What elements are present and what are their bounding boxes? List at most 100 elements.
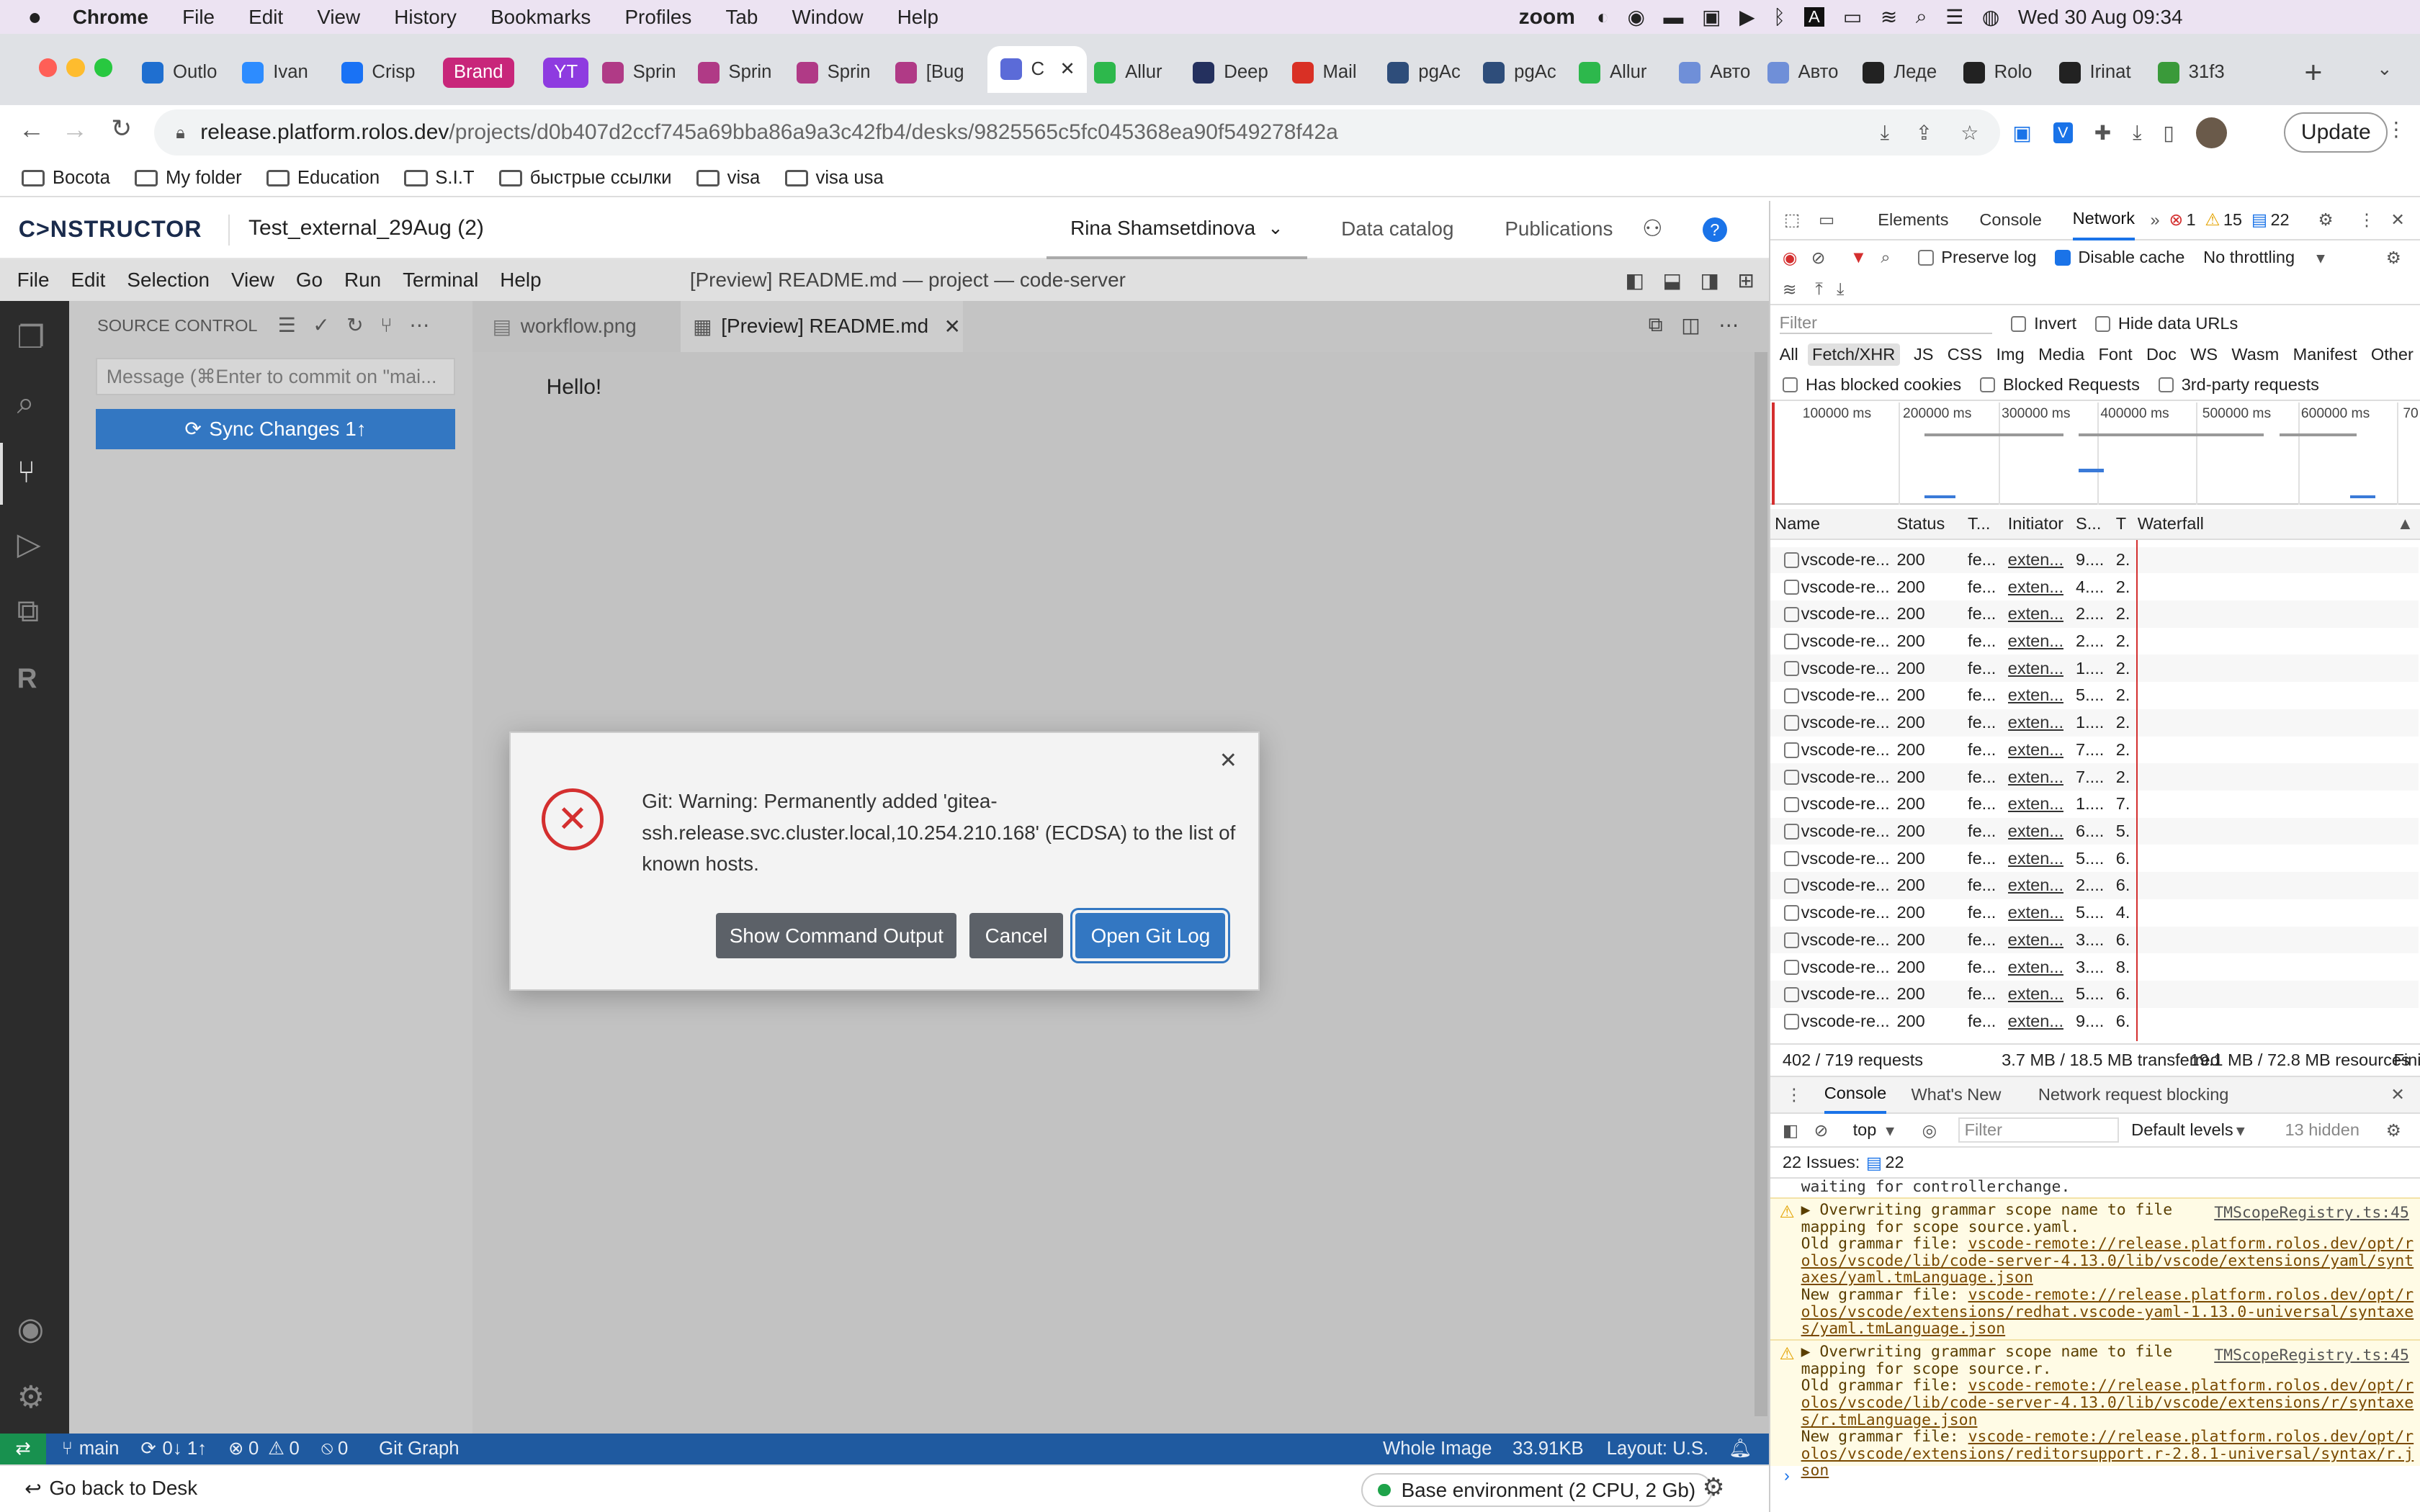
tab-readme-preview[interactable]: ▦ [Preview] README.md ✕ bbox=[681, 300, 964, 352]
sidebar-toggle-icon[interactable]: ◧ bbox=[1783, 1120, 1798, 1140]
browser-tab[interactable]: pgAc bbox=[1387, 53, 1472, 93]
browser-tab[interactable]: Allur bbox=[1094, 53, 1179, 93]
table-row[interactable]: vscode-re... 200 fe... exten... 1.... 2. bbox=[1770, 708, 2419, 737]
maximize-window-button[interactable] bbox=[94, 58, 113, 78]
type-filter[interactable]: Doc bbox=[2146, 345, 2177, 364]
third-party-checkbox[interactable] bbox=[2158, 377, 2174, 393]
browser-tab[interactable]: Ivan bbox=[242, 53, 327, 93]
settings-gear-icon[interactable]: ⚙ bbox=[2318, 210, 2333, 230]
network-conditions-icon[interactable]: ≋ bbox=[1783, 279, 1797, 300]
row-checkbox[interactable] bbox=[1784, 986, 1800, 1002]
filter-icon[interactable]: ▼ bbox=[1850, 248, 1867, 267]
column-header[interactable]: Name bbox=[1775, 514, 1820, 534]
console-prompt-chevron-icon[interactable]: › bbox=[1784, 1466, 1790, 1485]
more-options-icon[interactable]: ⋮ bbox=[2358, 210, 2375, 230]
import-har-icon[interactable]: ⤒ bbox=[1815, 279, 1822, 299]
table-row[interactable]: vscode-re... 200 fe... exten... 6.... 5. bbox=[1770, 817, 2419, 845]
hide-data-urls-checkbox[interactable] bbox=[2094, 316, 2111, 332]
search-icon[interactable]: ⌕ bbox=[1881, 248, 1890, 267]
browser-tab[interactable]: Леде bbox=[1863, 53, 1948, 93]
lock-icon[interactable]: 🔒︎ bbox=[176, 123, 185, 143]
branch-icon[interactable]: ⑂ bbox=[380, 314, 393, 337]
row-checkbox[interactable] bbox=[1784, 824, 1800, 840]
r-language-icon[interactable]: R bbox=[17, 663, 37, 695]
row-checkbox[interactable] bbox=[1784, 579, 1800, 595]
run-debug-icon[interactable]: ▷ bbox=[17, 526, 41, 562]
close-icon[interactable]: ✕ bbox=[2390, 210, 2405, 230]
sort-ascending-icon[interactable]: ▲ bbox=[2397, 514, 2414, 534]
sync-changes-button[interactable]: ⟳ Sync Changes 1↑ bbox=[95, 408, 456, 449]
drawer-tab-console[interactable]: Console bbox=[1824, 1076, 1887, 1114]
environment-badge[interactable]: Base environment (2 CPU, 2 Gb) bbox=[1361, 1473, 1713, 1508]
row-checkbox[interactable] bbox=[1784, 606, 1800, 622]
drawer-menu-icon[interactable]: ⋮ bbox=[1785, 1084, 1803, 1104]
tab-search-chevron-icon[interactable]: ⌄ bbox=[2377, 58, 2393, 80]
avatar[interactable] bbox=[2195, 117, 2227, 148]
browser-tab[interactable]: Crisp bbox=[341, 53, 426, 93]
browser-tab[interactable]: Sprin bbox=[697, 53, 778, 93]
context-select[interactable]: top bbox=[1853, 1120, 1877, 1140]
type-filter[interactable]: Manifest bbox=[2293, 345, 2357, 364]
has-blocked-cookies-checkbox[interactable] bbox=[1782, 377, 1798, 393]
settings-gear-icon[interactable]: ⚙ bbox=[1703, 1473, 1725, 1502]
explorer-icon[interactable]: ❐ bbox=[17, 320, 45, 356]
type-filter[interactable]: JS bbox=[1914, 345, 1934, 364]
scrollbar[interactable] bbox=[1754, 351, 1767, 1417]
refresh-icon[interactable]: ↻ bbox=[346, 313, 363, 337]
status-icon[interactable]: ▶ bbox=[1739, 5, 1754, 29]
row-checkbox[interactable] bbox=[1784, 932, 1800, 948]
drawer-tab-whats-new[interactable]: What's New bbox=[1911, 1085, 2001, 1104]
table-row[interactable]: vscode-re... 200 fe... exten... 3.... 6. bbox=[1770, 926, 2419, 954]
type-filter[interactable]: CSS bbox=[1948, 345, 1982, 364]
row-checkbox[interactable] bbox=[1784, 905, 1800, 921]
keyboard-input-icon[interactable]: A bbox=[1803, 7, 1825, 27]
user-selector[interactable]: Rina Shamsetdinova ⌄ bbox=[1046, 201, 1308, 259]
filter-input[interactable]: Filter bbox=[1779, 313, 1993, 335]
table-row[interactable]: vscode-re... 200 fe... exten... 5.... 6. bbox=[1770, 845, 2419, 873]
request-initiator[interactable]: exten... bbox=[2008, 740, 2063, 760]
bookmark-folder[interactable]: visa usa bbox=[784, 168, 884, 189]
table-row[interactable]: vscode-re... 200 fe... exten... 9.... 2. bbox=[1770, 546, 2419, 574]
table-row[interactable]: vscode-re... 200 fe... exten... 1.... 2. bbox=[1770, 654, 2419, 683]
table-row[interactable]: vscode-re... 200 fe... exten... 2.... 2. bbox=[1770, 627, 2419, 655]
wifi-icon[interactable]: ≋ bbox=[1881, 5, 1897, 29]
source-control-icon[interactable]: ⑂ bbox=[17, 455, 36, 490]
siri-icon[interactable]: ◍ bbox=[1982, 5, 1999, 29]
update-button[interactable]: Update bbox=[2284, 112, 2388, 153]
record-icon[interactable]: ◉ bbox=[1783, 248, 1798, 268]
row-checkbox[interactable] bbox=[1784, 552, 1800, 568]
request-initiator[interactable]: exten... bbox=[2008, 631, 2063, 651]
browser-tab[interactable]: Sprin bbox=[601, 53, 682, 93]
browser-tab[interactable]: Allur bbox=[1579, 53, 1664, 93]
browser-tab[interactable]: pgAc bbox=[1483, 53, 1568, 93]
forward-icon[interactable]: → bbox=[62, 114, 88, 145]
image-scale[interactable]: Whole Image bbox=[1383, 1439, 1492, 1459]
vscode-menu-item[interactable]: Terminal bbox=[403, 269, 478, 292]
mac-menu-item[interactable]: History bbox=[394, 6, 457, 29]
tab-group-label[interactable]: Brand bbox=[443, 57, 514, 88]
vscode-menu-item[interactable]: Edit bbox=[71, 269, 105, 292]
customize-layout-icon[interactable]: ⊞ bbox=[1738, 269, 1754, 292]
branch-name[interactable]: main bbox=[79, 1439, 120, 1459]
more-tabs-icon[interactable]: » bbox=[2150, 210, 2159, 230]
apple-icon[interactable]: ● bbox=[28, 4, 42, 30]
type-filter[interactable]: Font bbox=[2099, 345, 2133, 364]
request-initiator[interactable]: exten... bbox=[2008, 876, 2063, 895]
show-command-output-button[interactable]: Show Command Output bbox=[716, 913, 957, 958]
settings-gear-icon[interactable]: ⚙ bbox=[17, 1380, 45, 1416]
request-initiator[interactable]: exten... bbox=[2008, 794, 2063, 814]
expand-arrow-icon[interactable]: ▶ bbox=[1801, 1201, 1820, 1219]
column-header[interactable]: S... bbox=[2076, 514, 2101, 534]
more-actions-icon[interactable]: ⋯ bbox=[1718, 313, 1739, 337]
bookmark-folder[interactable]: visa bbox=[696, 168, 760, 189]
log-source-link[interactable]: TMScopeRegistry.ts:45 bbox=[2214, 1346, 2409, 1364]
mac-menu-item[interactable]: Tab bbox=[725, 6, 758, 29]
type-filter[interactable]: All bbox=[1780, 345, 1798, 364]
error-count[interactable]: 1 bbox=[2186, 210, 2195, 230]
table-row[interactable]: vscode-re... 200 fe... exten... 3.... 8. bbox=[1770, 953, 2419, 981]
battery-icon[interactable]: ▭ bbox=[1843, 5, 1862, 29]
open-git-log-button[interactable]: Open Git Log bbox=[1070, 908, 1231, 963]
close-icon[interactable]: ✕ bbox=[2390, 1084, 2405, 1104]
row-checkbox[interactable] bbox=[1784, 769, 1800, 786]
toggle-secondary-sidebar-icon[interactable]: ◨ bbox=[1700, 269, 1719, 292]
